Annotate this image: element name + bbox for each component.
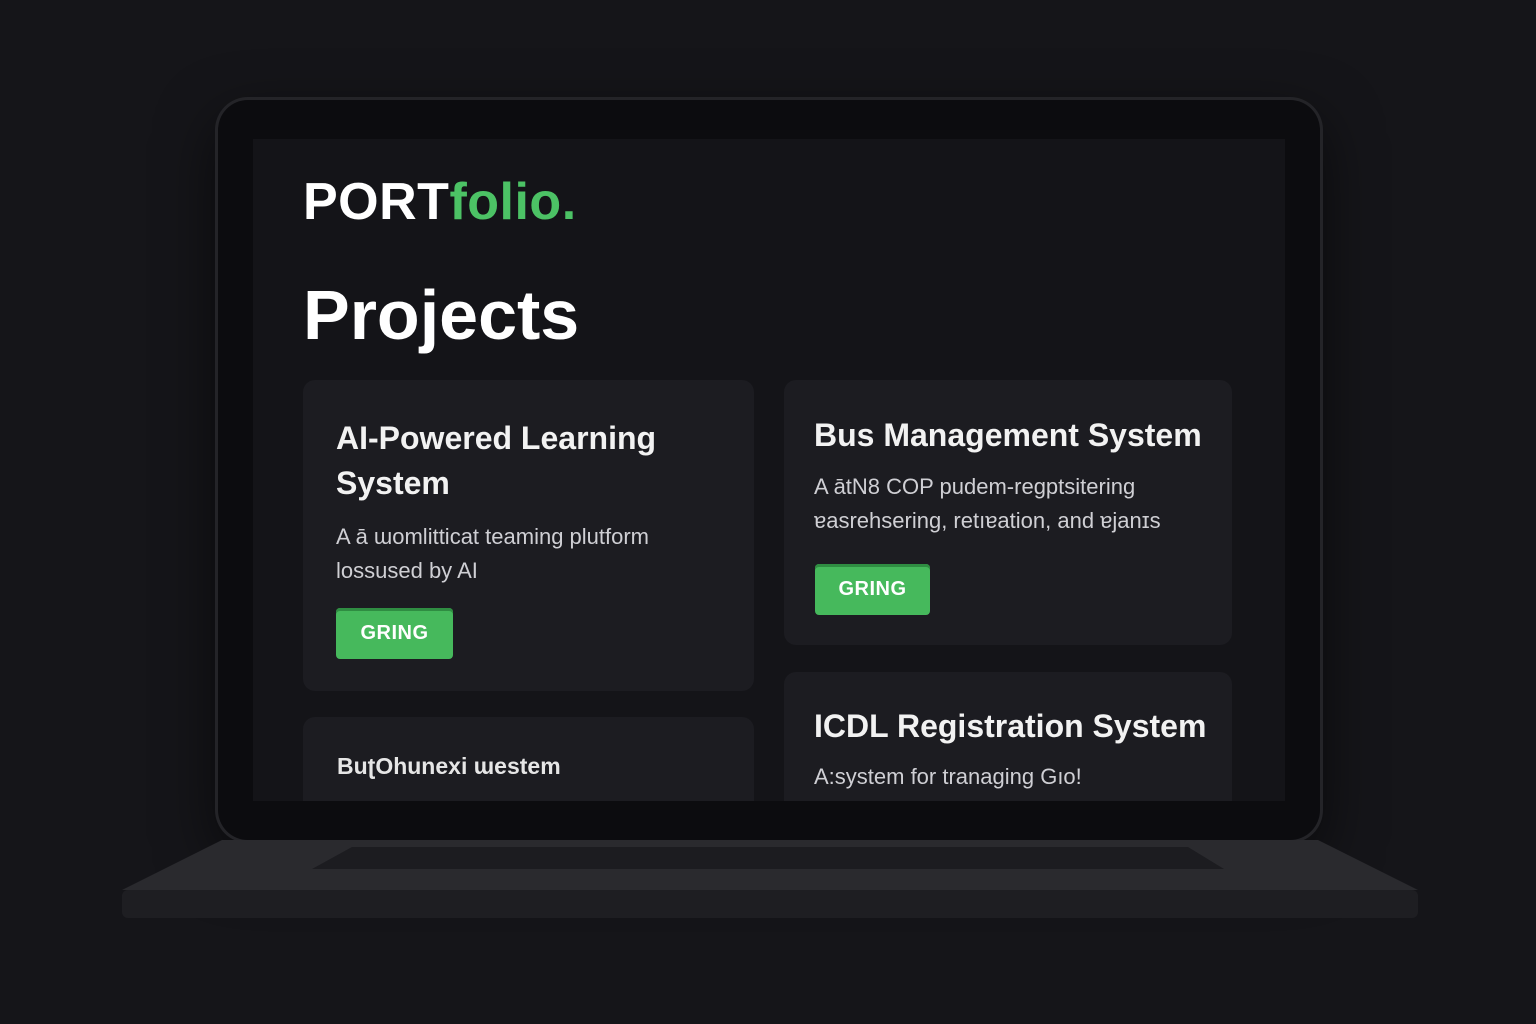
logo-text-main: PORT [303, 173, 450, 231]
project-card-bus-management[interactable]: Bus Management System A ātN8 COP pudem-r… [784, 380, 1232, 645]
laptop-base [122, 840, 1418, 918]
logo-text-accent: folio. [449, 173, 577, 231]
laptop-screen: PORTfolio. Projects AI-Powered Learning … [253, 139, 1285, 801]
project-title: ICDL Registration System [814, 708, 1207, 744]
project-card-third[interactable]: BuʈOhunexi ɯestem [303, 717, 754, 801]
project-title: Bus Management System [814, 417, 1202, 453]
project-card-ai-learning[interactable]: AI-Powered Learning System A ā ɯomlittic… [303, 380, 754, 691]
project-description: A:system for tranaging Gıo! [814, 764, 1082, 789]
project-title: BuʈOhunexi ɯestem [337, 753, 561, 779]
project-action-button[interactable]: GRING [815, 564, 930, 615]
project-card-icdl-registration[interactable]: ICDL Registration System A:system for tr… [784, 672, 1232, 801]
portfolio-logo[interactable]: PORTfolio. [303, 171, 577, 233]
project-description: A ātN8 COP pudem-regptsitering ɐasrehser… [814, 474, 1161, 533]
page-title: Projects [303, 276, 580, 354]
project-action-button[interactable]: GRING [336, 608, 453, 659]
project-title: AI-Powered Learning System [336, 420, 657, 501]
project-description: A ā ɯomlitticat teaming plutform lossuse… [336, 524, 650, 583]
